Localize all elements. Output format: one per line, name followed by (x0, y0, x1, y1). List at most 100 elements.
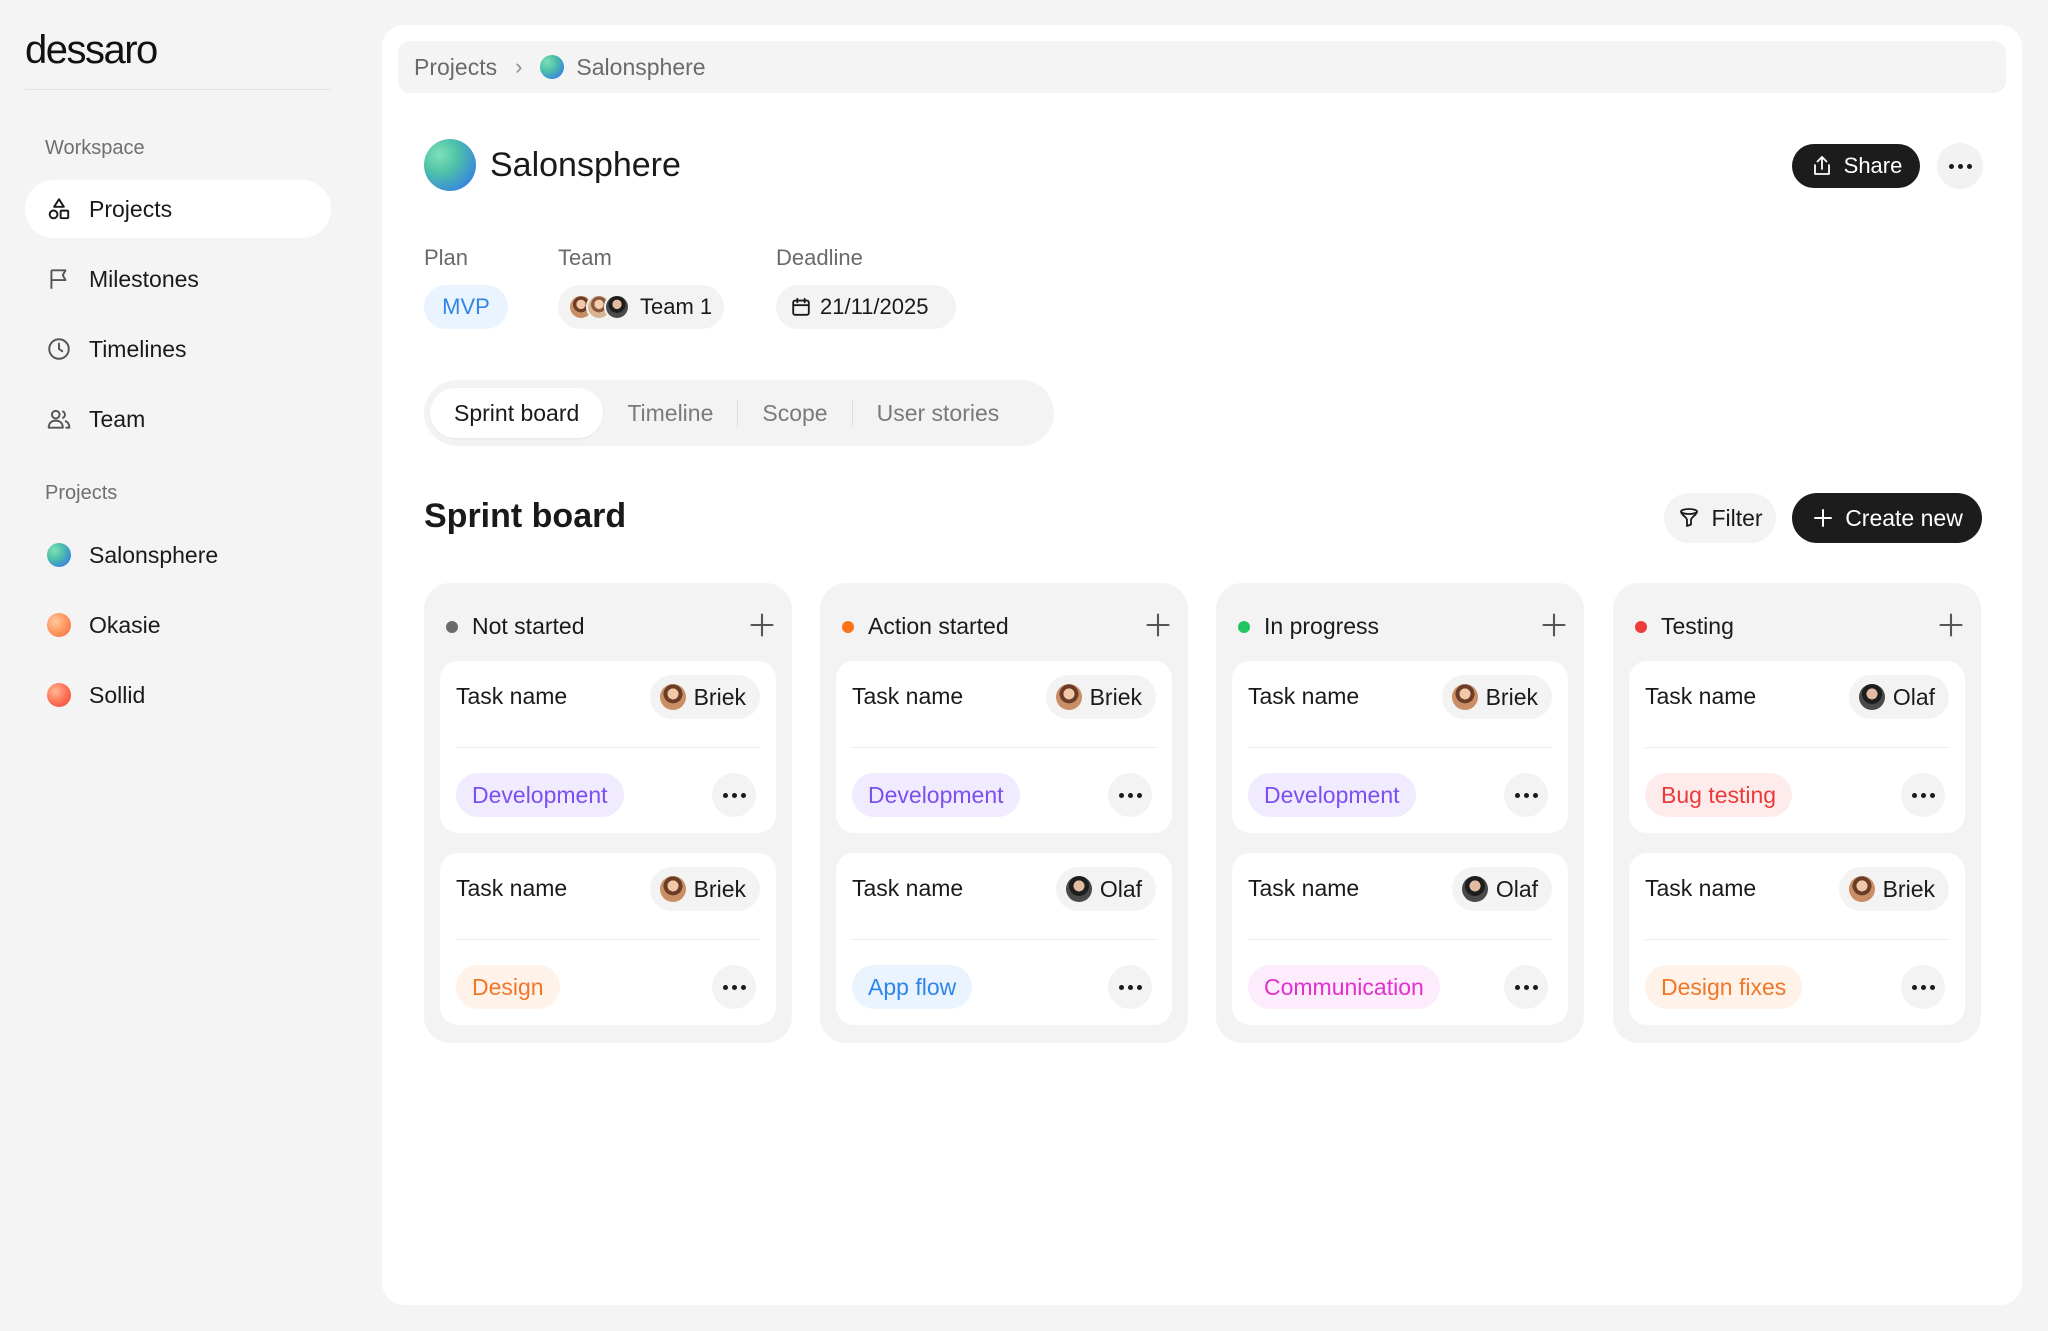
sidebar-item-timelines[interactable]: Timelines (25, 320, 331, 378)
task-card[interactable]: Task name Olaf App flow (836, 853, 1172, 1025)
more-horizontal-icon (1118, 984, 1142, 990)
card-more-button[interactable] (1504, 965, 1548, 1009)
app-logo[interactable]: dessaro (25, 28, 158, 73)
sidebar-project-salonsphere[interactable]: Salonsphere (25, 526, 331, 584)
board-column-action-started: Action started Task name Briek Development T… (820, 583, 1188, 1043)
breadcrumb-root[interactable]: Projects (414, 54, 497, 81)
add-task-icon[interactable] (1937, 611, 1965, 639)
avatar (659, 684, 686, 710)
chevron-right-icon: › (515, 54, 523, 79)
task-card[interactable]: Task name Briek Development (440, 661, 776, 833)
main-panel: Projects › Salonsphere Salonsphere Share… (382, 25, 2022, 1305)
assignee-chip[interactable]: Briek (1045, 675, 1156, 719)
column-title: In progress (1264, 613, 1380, 639)
sidebar-item-projects[interactable]: Projects (25, 180, 331, 238)
filter-button[interactable]: Filter (1664, 493, 1776, 543)
tab-scope[interactable]: Scope (738, 388, 851, 438)
assignee-chip[interactable]: Olaf (1848, 675, 1949, 719)
card-more-button[interactable] (1901, 965, 1945, 1009)
more-horizontal-icon (722, 984, 746, 990)
more-horizontal-icon (1911, 984, 1935, 990)
logo-divider (25, 89, 331, 90)
avatar (659, 876, 686, 902)
task-name: Task name (1645, 683, 1757, 709)
sidebar-item-label: Milestones (89, 265, 199, 292)
more-horizontal-icon (1948, 163, 1972, 169)
assignee-name: Olaf (1099, 875, 1142, 902)
sidebar-item-milestones[interactable]: Milestones (25, 250, 331, 308)
board-column-in-progress: In progress Task name Briek Development Task… (1216, 583, 1584, 1043)
task-card[interactable]: Task name Olaf Communication (1232, 853, 1568, 1025)
avatar (1858, 684, 1885, 710)
card-more-button[interactable] (1504, 773, 1548, 817)
task-tag[interactable]: App flow (852, 965, 973, 1009)
task-tag[interactable]: Bug testing (1645, 773, 1793, 817)
breadcrumb: Projects › Salonsphere (398, 41, 2006, 93)
more-horizontal-icon (1911, 792, 1935, 798)
team-avatars (568, 294, 630, 320)
task-tag[interactable]: Design (456, 965, 560, 1009)
task-card[interactable]: Task name Olaf Bug testing (1629, 661, 1965, 833)
add-task-icon[interactable] (748, 611, 776, 639)
task-tag[interactable]: Communication (1248, 965, 1440, 1009)
team-chip-label: Team 1 (640, 294, 713, 319)
card-more-button[interactable] (1108, 965, 1152, 1009)
create-new-label: Create new (1845, 504, 1963, 531)
assignee-chip[interactable]: Olaf (1451, 867, 1552, 911)
add-task-icon[interactable] (1540, 611, 1568, 639)
tab-sprint-board[interactable]: Sprint board (430, 388, 604, 438)
task-tag[interactable]: Development (852, 773, 1020, 817)
deadline-chip[interactable]: 21/11/2025 (776, 285, 956, 329)
card-divider (1248, 747, 1552, 748)
card-more-button[interactable] (1901, 773, 1945, 817)
calendar-icon (792, 297, 810, 316)
avatar (1461, 876, 1488, 902)
assignee-name: Briek (1882, 875, 1935, 902)
card-more-button[interactable] (712, 965, 756, 1009)
sidebar-item-label: Team (89, 405, 146, 432)
card-divider (456, 747, 760, 748)
sidebar: dessaro Workspace Projects Milestones Ti… (0, 0, 382, 1331)
card-divider (1645, 747, 1949, 748)
projects-section-label: Projects (45, 482, 118, 504)
card-divider (456, 939, 760, 940)
clock-icon (45, 335, 73, 363)
task-card[interactable]: Task name Briek Development (1232, 661, 1568, 833)
plus-icon (1814, 509, 1833, 527)
more-options-button[interactable] (1937, 143, 1983, 189)
task-tag[interactable]: Design fixes (1645, 965, 1803, 1009)
column-header: Action started (842, 613, 1009, 640)
team-chip[interactable]: Team 1 (558, 285, 724, 329)
task-tag[interactable]: Development (456, 773, 624, 817)
assignee-chip[interactable]: Briek (649, 675, 760, 719)
status-dot-icon (1635, 620, 1647, 633)
card-more-button[interactable] (1108, 773, 1152, 817)
task-card[interactable]: Task name Briek Design (440, 853, 776, 1025)
column-header: In progress (1238, 613, 1379, 640)
tab-timeline[interactable]: Timeline (603, 388, 737, 438)
assignee-chip[interactable]: Olaf (1055, 867, 1156, 911)
assignee-chip[interactable]: Briek (1838, 867, 1949, 911)
task-name: Task name (1248, 683, 1360, 709)
column-header: Not started (446, 613, 585, 640)
avatar (604, 294, 630, 320)
tab-user-stories[interactable]: User stories (853, 388, 1024, 438)
plan-badge[interactable]: MVP (424, 285, 508, 329)
filter-button-label: Filter (1711, 504, 1763, 531)
task-tag[interactable]: Development (1248, 773, 1416, 817)
card-more-button[interactable] (712, 773, 756, 817)
sidebar-project-okasie[interactable]: Okasie (25, 596, 331, 654)
create-new-button[interactable]: Create new (1792, 493, 1982, 543)
project-orb-icon (540, 55, 565, 79)
column-title: Not started (472, 613, 585, 639)
assignee-chip[interactable]: Briek (649, 867, 760, 911)
sidebar-item-team[interactable]: Team (25, 390, 331, 448)
task-card[interactable]: Task name Briek Design fixes (1629, 853, 1965, 1025)
share-button[interactable]: Share (1792, 144, 1920, 188)
plan-label: Plan (424, 245, 469, 270)
task-card[interactable]: Task name Briek Development (836, 661, 1172, 833)
add-task-icon[interactable] (1144, 611, 1172, 639)
sidebar-project-sollid[interactable]: Sollid (25, 666, 331, 724)
assignee-chip[interactable]: Briek (1441, 675, 1552, 719)
column-title: Testing (1661, 613, 1734, 639)
